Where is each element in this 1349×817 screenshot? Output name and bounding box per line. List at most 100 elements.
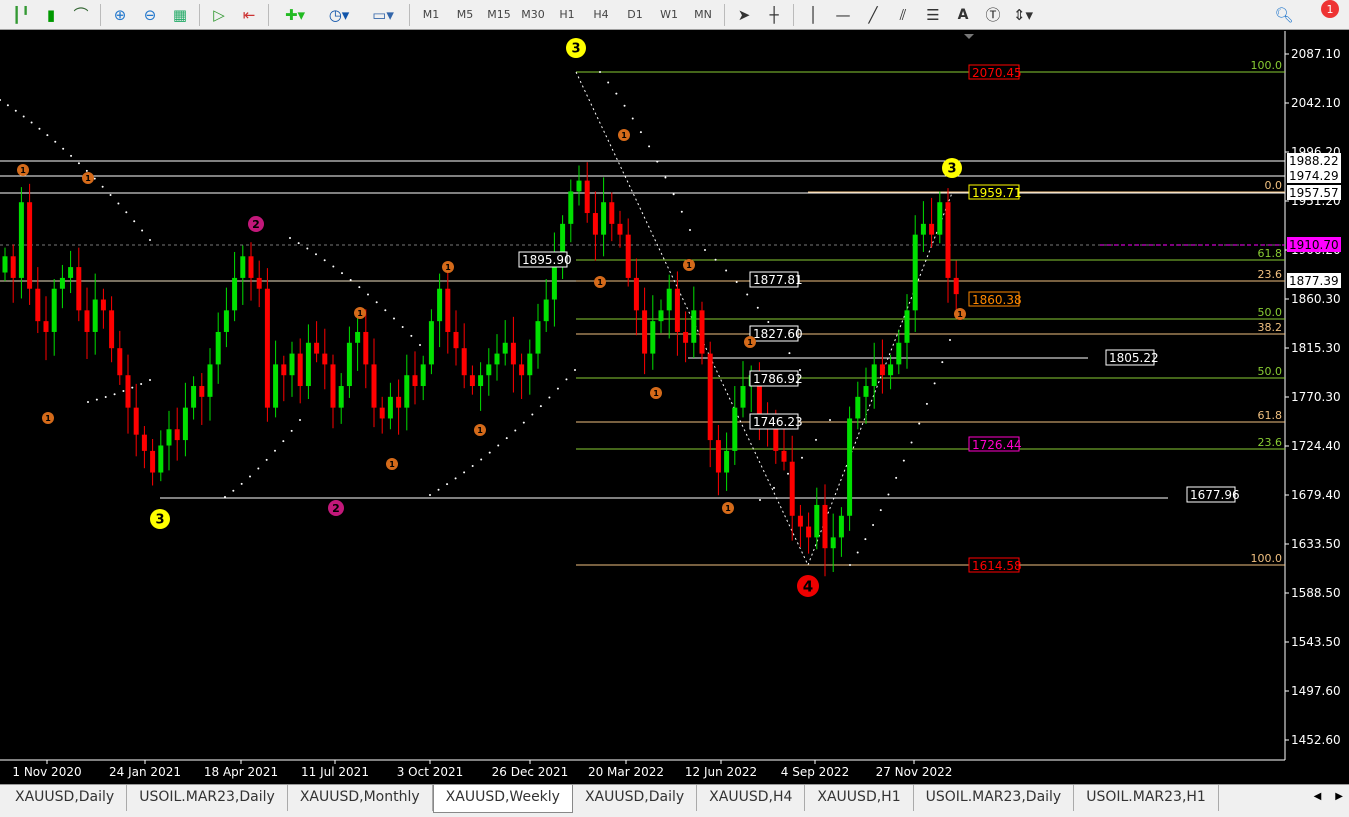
candle-body[interactable] [166,429,172,446]
candle-body[interactable] [92,299,98,332]
candle-body[interactable] [2,256,8,273]
candle-body[interactable] [560,223,566,257]
tab-scroll[interactable]: ◀ ▶ [1314,791,1343,802]
candlestick-chart-icon[interactable]: ▮ [38,3,64,27]
equidistant-channel-icon[interactable]: ⫽ [890,3,916,27]
timeframe-d1[interactable]: D1 [620,3,650,27]
candle-body[interactable] [232,277,238,311]
candle-body[interactable] [519,364,525,376]
candle-body[interactable] [617,223,623,235]
candle-body[interactable] [379,407,385,419]
candle-body[interactable] [920,223,926,235]
candle-body[interactable] [478,375,484,387]
candle-body[interactable] [68,267,74,278]
candle-body[interactable] [633,277,639,311]
search-icon[interactable]: 🔍︎ [1271,3,1297,27]
candle-body[interactable] [568,191,574,224]
timeframe-m1[interactable]: M1 [416,3,446,27]
crosshair-icon[interactable]: ┼ [761,3,787,27]
candle-body[interactable] [396,396,402,408]
scroll-right-icon[interactable]: ▶ [1335,791,1343,802]
timeframe-h1[interactable]: H1 [552,3,582,27]
candle-body[interactable] [715,440,721,473]
candle-body[interactable] [896,342,902,365]
candle-body[interactable] [469,375,475,387]
candle-body[interactable] [592,213,598,235]
tab-xauusd-monthly[interactable]: XAUUSD,Monthly [288,785,433,811]
text-tool[interactable]: A [950,3,976,27]
candle-body[interactable] [150,450,156,473]
candle-body[interactable] [76,267,82,311]
candle-body[interactable] [420,364,426,387]
candle-body[interactable] [289,353,295,376]
candle-body[interactable] [199,386,205,397]
candle-body[interactable] [264,288,270,408]
candle-body[interactable] [404,375,410,408]
candle-body[interactable] [773,429,779,451]
candle-body[interactable] [223,310,229,332]
candle-body[interactable] [27,202,33,289]
candle-body[interactable] [461,348,467,376]
tab-xauusd-h4[interactable]: XAUUSD,H4 [697,785,806,811]
candle-body[interactable] [888,364,894,376]
candle-body[interactable] [117,348,123,376]
chart-shift-icon[interactable]: ⇤ [236,3,262,27]
candle-body[interactable] [297,353,303,387]
candle-body[interactable] [699,310,705,354]
candle-body[interactable] [863,386,869,397]
candle-body[interactable] [666,288,672,311]
candle-body[interactable] [125,375,131,408]
candle-body[interactable] [371,364,377,408]
candle-body[interactable] [314,342,320,354]
candle-body[interactable] [724,450,730,473]
candle-body[interactable] [486,364,492,376]
candle-body[interactable] [248,256,254,278]
candle-body[interactable] [158,445,164,473]
periods-clock-icon[interactable]: ◷▾ [319,3,359,27]
candle-body[interactable] [650,321,656,354]
candle-body[interactable] [428,321,434,365]
candle-body[interactable] [781,450,787,462]
timeframe-m5[interactable]: M5 [450,3,480,27]
timeframe-m30[interactable]: M30 [518,3,548,27]
candle-body[interactable] [387,396,393,419]
tile-windows-icon[interactable]: ▦ [167,3,193,27]
candle-body[interactable] [43,321,49,332]
candle-body[interactable] [10,256,16,278]
cursor-icon[interactable]: ➤ [731,3,757,27]
candle-body[interactable] [51,288,57,332]
candle-body[interactable] [330,364,336,408]
candle-body[interactable] [35,288,41,322]
indicators-icon[interactable]: ✚▾ [275,3,315,27]
candle-body[interactable] [174,429,180,441]
chart-shift-marker-icon[interactable] [964,34,974,39]
candle-body[interactable] [797,515,803,527]
candle-body[interactable] [18,202,24,278]
candle-body[interactable] [707,353,713,441]
horizontal-line-icon[interactable]: — [830,3,856,27]
candle-body[interactable] [273,364,279,408]
candle-body[interactable] [256,277,262,289]
candle-body[interactable] [822,504,828,549]
timeframe-m15[interactable]: M15 [484,3,514,27]
candle-body[interactable] [601,202,607,235]
candle-body[interactable] [855,396,861,419]
candle-body[interactable] [437,288,443,322]
fibonacci-icon[interactable]: ☰ [920,3,946,27]
trendline-icon[interactable]: ╱ [860,3,886,27]
candle-body[interactable] [937,202,943,235]
candle-body[interactable] [871,364,877,387]
candle-body[interactable] [445,288,451,332]
candle-body[interactable] [576,180,582,192]
tab-usoil-mar23-daily[interactable]: USOIL.MAR23,Daily [914,785,1075,811]
candle-body[interactable] [346,342,352,387]
candle-body[interactable] [912,234,918,311]
candle-body[interactable] [527,353,533,376]
candle-body[interactable] [59,277,65,289]
tab-xauusd-daily[interactable]: XAUUSD,Daily [3,785,128,811]
notification-badge[interactable]: 1 [1321,0,1339,18]
candle-body[interactable] [322,353,328,365]
zoom-out-icon[interactable]: ⊖ [137,3,163,27]
timeframe-h4[interactable]: H4 [586,3,616,27]
candle-body[interactable] [453,331,459,349]
